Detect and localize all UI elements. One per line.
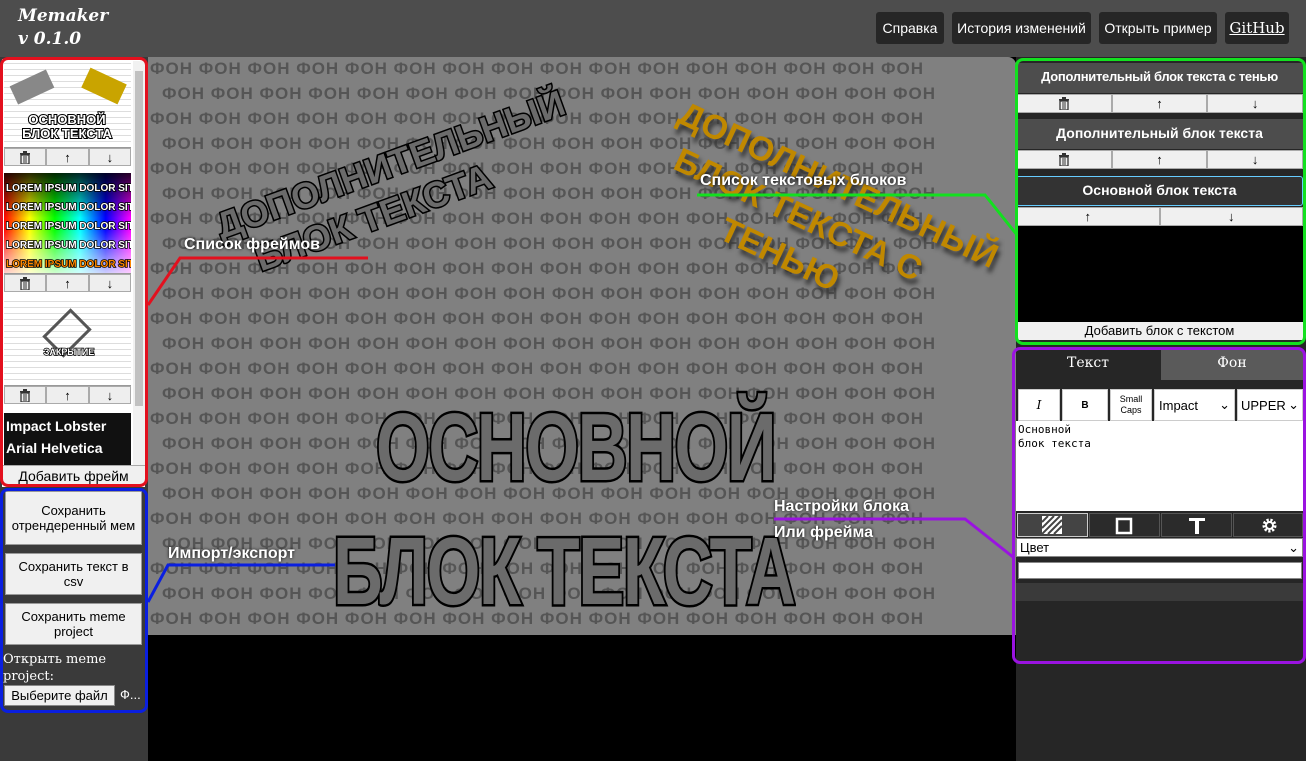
frames-annotation-label: Список фреймов (184, 236, 320, 253)
io-annotation-label: Импорт/экспорт (168, 545, 295, 562)
annotation-lines (146, 193, 1019, 603)
settings-annotation-label: Настройки блока (774, 498, 909, 515)
text-blocks-annotation-label: Список текстовых блоков (700, 172, 907, 189)
settings-annotation-label-2: Или фрейма (774, 524, 873, 541)
